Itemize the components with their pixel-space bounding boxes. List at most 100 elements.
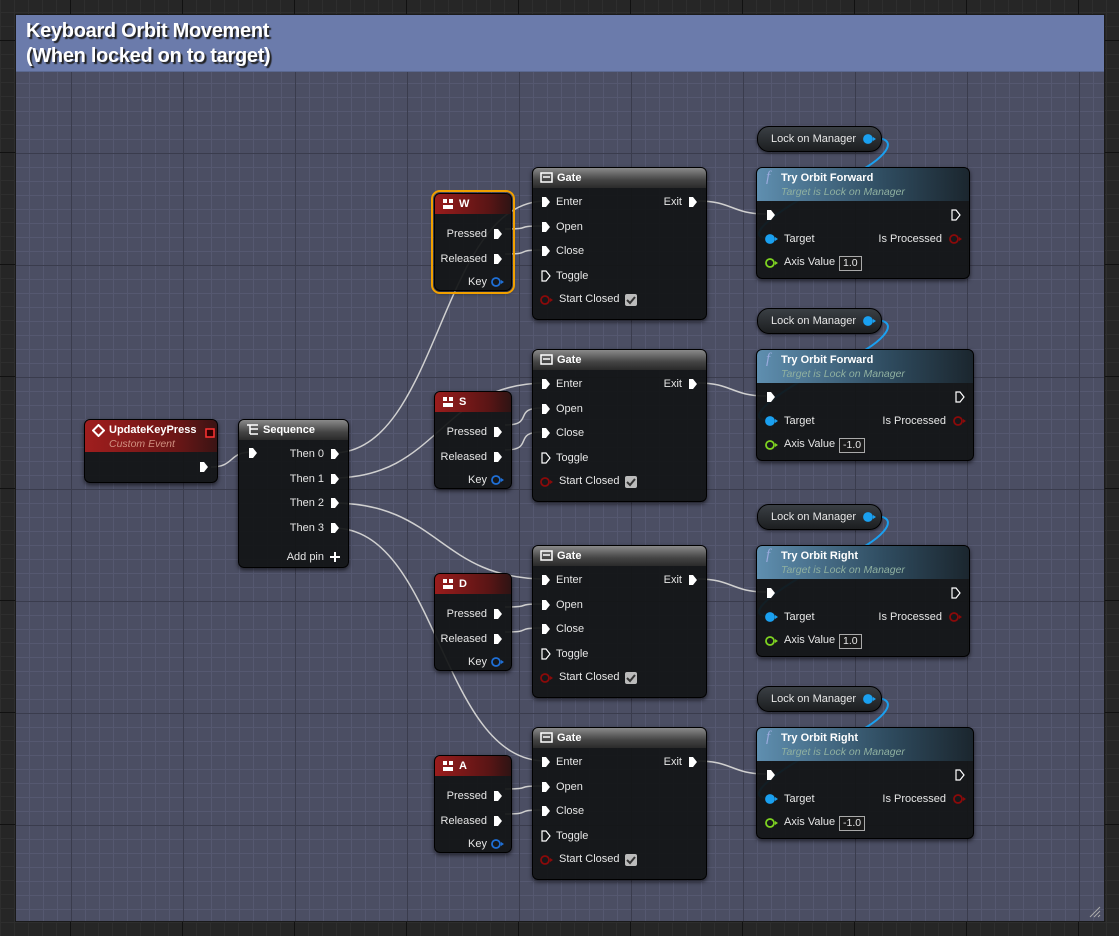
lock-on-manager-getter[interactable]: Lock on Manager (757, 686, 882, 712)
gate-enter-pin[interactable] (541, 196, 551, 211)
start-closed-checkbox[interactable] (625, 294, 637, 306)
key-event-node-a[interactable]: A Pressed Released Key (434, 755, 512, 853)
target-label: Target (784, 611, 815, 623)
is-processed-pin[interactable] (949, 233, 963, 248)
function-node[interactable]: f Try Orbit Forward Target is Lock on Mana… (756, 349, 974, 461)
gate-exit-pin[interactable] (688, 756, 698, 771)
axis-value-pin[interactable] (765, 439, 779, 454)
lock-on-manager-getter[interactable]: Lock on Manager (757, 504, 882, 530)
gate-close-pin[interactable] (541, 623, 551, 638)
target-pin[interactable] (765, 415, 779, 430)
axis-value-pin[interactable] (765, 817, 779, 832)
sequence-node[interactable]: Sequence Then 0 Then 1 Then 2 Then 3 Add pin (238, 419, 349, 568)
target-pin[interactable] (765, 611, 779, 626)
key-released-pin[interactable] (493, 451, 503, 466)
gate-close-pin[interactable] (541, 245, 551, 260)
function-node[interactable]: f Try Orbit Right Target is Lock on Manage… (756, 545, 970, 657)
lock-on-manager-getter[interactable]: Lock on Manager (757, 308, 882, 334)
gate-node[interactable]: Gate Enter Open Close Toggle Start Closed Exit (532, 349, 707, 502)
gate-exit-pin[interactable] (688, 574, 698, 589)
function-node[interactable]: f Try Orbit Right Target is Lock on Manage… (756, 727, 974, 839)
sequence-output-pin[interactable] (330, 448, 340, 463)
start-closed-pin[interactable] (540, 476, 554, 491)
start-closed-checkbox[interactable] (625, 854, 637, 866)
key-released-pin[interactable] (493, 253, 503, 268)
gate-close-pin[interactable] (541, 427, 551, 442)
gate-enter-pin[interactable] (541, 574, 551, 589)
key-pressed-pin[interactable] (493, 608, 503, 623)
start-closed-checkbox[interactable] (625, 476, 637, 488)
gate-exit-pin[interactable] (688, 378, 698, 393)
key-key-pin[interactable] (491, 656, 505, 671)
gate-toggle-pin[interactable] (541, 648, 551, 663)
axis-value-pin[interactable] (765, 635, 779, 650)
key-key-pin[interactable] (491, 838, 505, 853)
gate-exit-pin[interactable] (688, 196, 698, 211)
target-pin[interactable] (765, 233, 779, 248)
key-event-node-w[interactable]: W Pressed Released Key (431, 190, 515, 294)
gate-toggle-label: Toggle (556, 270, 589, 282)
gate-toggle-pin[interactable] (541, 452, 551, 467)
is-processed-pin[interactable] (953, 793, 967, 808)
gate-open-pin[interactable] (541, 781, 551, 796)
key-pressed-pin[interactable] (493, 790, 503, 805)
function-exec-in-pin[interactable] (766, 209, 776, 224)
key-key-pin[interactable] (491, 474, 505, 489)
sequence-output-pin[interactable] (330, 497, 340, 512)
key-released-pin[interactable] (493, 815, 503, 830)
sequence-output-pin[interactable] (330, 522, 340, 537)
axis-value-input[interactable]: -1.0 (839, 816, 866, 831)
custom-event-node[interactable]: UpdateKeyPress Custom Event (84, 419, 218, 483)
key-event-node-s[interactable]: S Pressed Released Key (434, 391, 512, 489)
gate-node[interactable]: Gate Enter Open Close Toggle Start Closed Exit (532, 727, 707, 880)
gate-node[interactable]: Gate Enter Open Close Toggle Start Closed Exit (532, 167, 707, 320)
axis-value-input[interactable]: -1.0 (839, 438, 866, 453)
key-event-node-d[interactable]: D Pressed Released Key (434, 573, 512, 671)
function-exec-out-pin[interactable] (951, 587, 961, 602)
gate-toggle-pin[interactable] (541, 270, 551, 285)
axis-value-pin[interactable] (765, 257, 779, 272)
function-exec-in-pin[interactable] (766, 769, 776, 784)
axis-value-input[interactable]: 1.0 (839, 634, 862, 649)
function-node[interactable]: f Try Orbit Forward Target is Lock on Mana… (756, 167, 970, 279)
lock-on-manager-pin[interactable] (863, 693, 877, 708)
key-released-pin[interactable] (493, 633, 503, 648)
is-processed-pin[interactable] (949, 611, 963, 626)
axis-value-input[interactable]: 1.0 (839, 256, 862, 271)
gate-node[interactable]: Gate Enter Open Close Toggle Start Closed Exit (532, 545, 707, 698)
gate-enter-pin[interactable] (541, 378, 551, 393)
sequence-output-pin[interactable] (330, 473, 340, 488)
lock-on-manager-pin[interactable] (863, 511, 877, 526)
lock-on-manager-getter[interactable]: Lock on Manager (757, 126, 882, 152)
function-exec-out-pin[interactable] (955, 769, 965, 784)
add-pin-label[interactable]: Add pin (287, 551, 324, 563)
key-released-label: Released (440, 253, 487, 265)
key-pressed-pin[interactable] (493, 228, 503, 243)
lock-on-manager-pin[interactable] (863, 315, 877, 330)
function-exec-in-pin[interactable] (766, 587, 776, 602)
event-header: UpdateKeyPress Custom Event (85, 420, 217, 452)
function-exec-out-pin[interactable] (955, 391, 965, 406)
delegate-pin[interactable] (205, 428, 215, 441)
start-closed-checkbox[interactable] (625, 672, 637, 684)
gate-toggle-pin[interactable] (541, 830, 551, 845)
exec-in-pin[interactable] (248, 447, 258, 462)
gate-enter-pin[interactable] (541, 756, 551, 771)
is-processed-pin[interactable] (953, 415, 967, 430)
blueprint-graph[interactable]: Keyboard Orbit Movement (When locked on … (0, 0, 1119, 936)
gate-close-pin[interactable] (541, 805, 551, 820)
gate-open-pin[interactable] (541, 599, 551, 614)
add-pin-icon[interactable] (330, 552, 340, 565)
target-pin[interactable] (765, 793, 779, 808)
function-exec-out-pin[interactable] (951, 209, 961, 224)
lock-on-manager-pin[interactable] (863, 133, 877, 148)
exec-out-pin[interactable] (199, 461, 209, 476)
gate-open-pin[interactable] (541, 403, 551, 418)
start-closed-pin[interactable] (540, 294, 554, 309)
key-pressed-pin[interactable] (493, 426, 503, 441)
key-key-pin[interactable] (491, 276, 505, 291)
function-exec-in-pin[interactable] (766, 391, 776, 406)
gate-open-pin[interactable] (541, 221, 551, 236)
start-closed-pin[interactable] (540, 672, 554, 687)
start-closed-pin[interactable] (540, 854, 554, 869)
